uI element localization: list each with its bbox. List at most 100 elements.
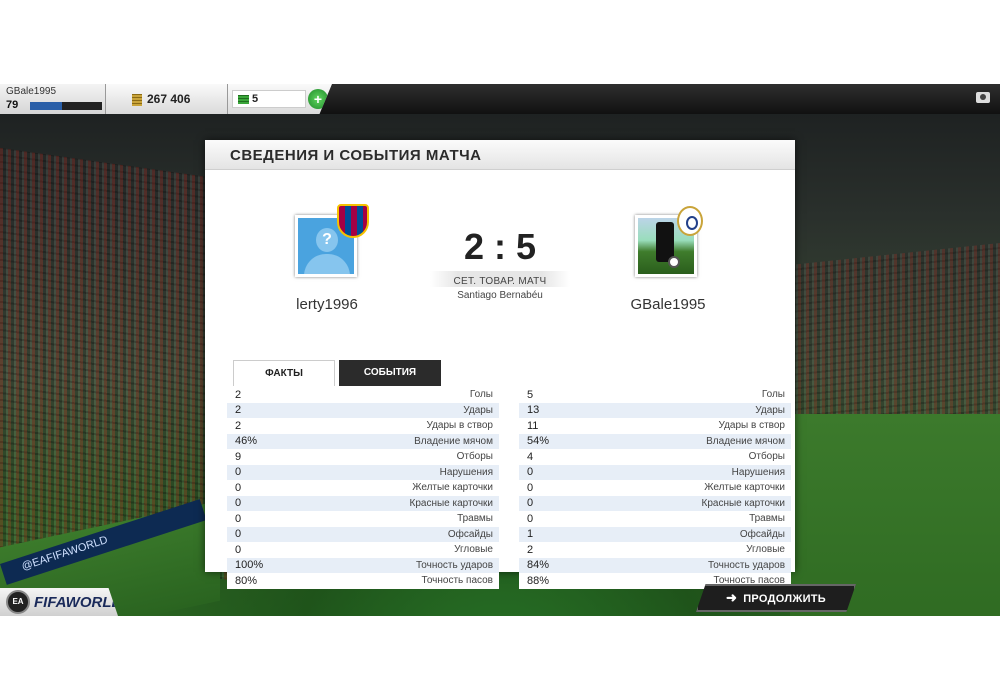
stat-label: Угловые [454,544,493,556]
match-type: СЕТ. ТОВАР. МАТЧ [453,276,547,287]
xp-progress-fill [30,102,63,110]
stat-row: 46% Владение мячом [227,433,499,449]
stat-label: Отборы [748,451,785,463]
stat-row: 0 Красные карточки [227,495,499,511]
stat-value: 13 [527,404,540,417]
game-screen: @EAFIFAWORLD GBale1995 79 267 406 5 + СВ… [0,84,1000,616]
dialog-title: СВЕДЕНИЯ И СОБЫТИЯ МАТЧА [230,147,482,164]
stat-value: 0 [235,543,242,556]
stat-label: Голы [761,389,785,401]
stat-label: Офсайды [739,528,785,540]
stat-value: 0 [235,481,242,494]
user-profile[interactable]: GBale1995 79 [0,84,106,114]
stat-value: 2 [527,543,534,556]
stat-value: 54% [527,435,550,448]
stat-label: Голы [469,389,493,401]
stat-value: 0 [527,497,534,510]
stat-label: Нарушения [731,466,785,478]
continue-label: ПРОДОЛЖИТЬ [743,593,827,605]
stat-value: 1 [527,528,534,541]
stat-label: Владение мячом [706,435,785,447]
stat-row: 9 Отборы [227,449,499,465]
stat-row: 0 Нарушения [519,464,791,480]
stat-row: 4 Отборы [519,449,791,465]
continue-button[interactable]: ➜ ПРОДОЛЖИТЬ [696,584,856,612]
stat-row: 2 Удары [227,402,499,418]
stat-value: 100% [235,559,264,572]
stat-row: 0 Травмы [227,511,499,527]
stat-row: 13 Удары [519,402,791,418]
fifa-world-logo: EA FIFAWORLD [0,588,118,616]
stat-value: 2 [235,419,242,432]
stat-label: Отборы [456,451,493,463]
tab-events[interactable]: СОБЫТИЯ [339,360,441,386]
avatar-body [304,254,350,274]
stat-row: 0 Угловые [227,542,499,558]
stat-row: 0 Красные карточки [519,495,791,511]
add-points-button[interactable]: + [308,89,328,109]
arrow-right-icon: ➜ [725,590,738,605]
stat-value: 0 [527,481,534,494]
home-player-name: lerty1996 [296,296,358,313]
stat-row: 0 Нарушения [227,464,499,480]
stat-value: 5 [527,388,534,401]
camera-icon[interactable] [976,92,990,103]
username: GBale1995 [6,86,57,97]
stat-row: 11 Удары в створ [519,418,791,434]
coins-balance: 267 406 [106,84,228,114]
real-madrid-crest-icon [677,206,703,236]
stat-label: Удары в створ [426,420,494,432]
stat-label: Удары [755,404,785,416]
fifa-world-logo-text: FIFAWORLD [34,594,123,611]
stat-value: 0 [527,512,534,525]
xp-progress-bar [30,102,102,110]
stat-value: 4 [527,450,534,463]
stat-label: Владение мячом [414,435,493,447]
away-stats-column: 5 Голы 13 Удары 11 Удары в створ 54% Владение м… [519,387,791,589]
stat-label: Травмы [457,513,493,525]
dialog-header: СВЕДЕНИЯ И СОБЫТИЯ МАТЧА [205,140,795,170]
stat-label: Точность ударов [415,559,493,571]
stat-label: Офсайды [447,528,493,540]
points-value: 5 [252,93,259,105]
stat-label: Красные карточки [409,497,493,509]
stat-label: Травмы [749,513,785,525]
user-level: 79 [6,99,19,111]
match-type-bar: СЕТ. ТОВАР. МАТЧ [430,271,570,287]
stat-label: Красные карточки [701,497,785,509]
stat-row: 0 Желтые карточки [227,480,499,496]
stat-label: Удары в створ [718,420,786,432]
points-field: 5 [232,90,306,108]
stat-value: 84% [527,559,550,572]
home-stats-column: 2 Голы 2 Удары 2 Удары в створ 46% Владение мяч… [227,387,499,589]
stat-row: 2 Голы [227,387,499,403]
stat-row: 2 Удары в створ [227,418,499,434]
stat-row: 0 Травмы [519,511,791,527]
points-icon [238,95,249,104]
match-summary-dialog: СВЕДЕНИЯ И СОБЫТИЯ МАТЧА ? lerty1996 GBa… [205,140,795,589]
stat-row: 100% Точность ударов [227,557,499,573]
stat-value: 80% [235,574,258,587]
stat-value: 2 [235,388,242,401]
match-score: 2 : 5 [463,226,537,267]
coins-value: 267 406 [147,92,191,106]
barcelona-crest-icon [337,204,369,238]
stat-row: 0 Офсайды [227,526,499,542]
stat-row: 80% Точность пасов [227,573,499,589]
stat-value: 9 [235,450,242,463]
stat-label: Угловые [746,544,785,556]
stat-value: 11 [527,419,539,432]
stat-label: Нарушения [439,466,493,478]
ea-sports-icon: EA [6,590,30,614]
stat-value: 0 [235,497,242,510]
stat-value: 0 [235,466,242,479]
stadium-name: Santiago Bernabéu [457,290,543,301]
coins-icon [132,94,142,106]
ball-icon [668,256,680,268]
stat-row: 1 Офсайды [519,526,791,542]
points-balance: 5 + [228,84,332,114]
stat-row: 84% Точность ударов [519,557,791,573]
stat-value: 88% [527,574,550,587]
unknown-avatar-icon: ? [316,228,338,252]
tab-facts[interactable]: ФАКТЫ [233,360,335,386]
